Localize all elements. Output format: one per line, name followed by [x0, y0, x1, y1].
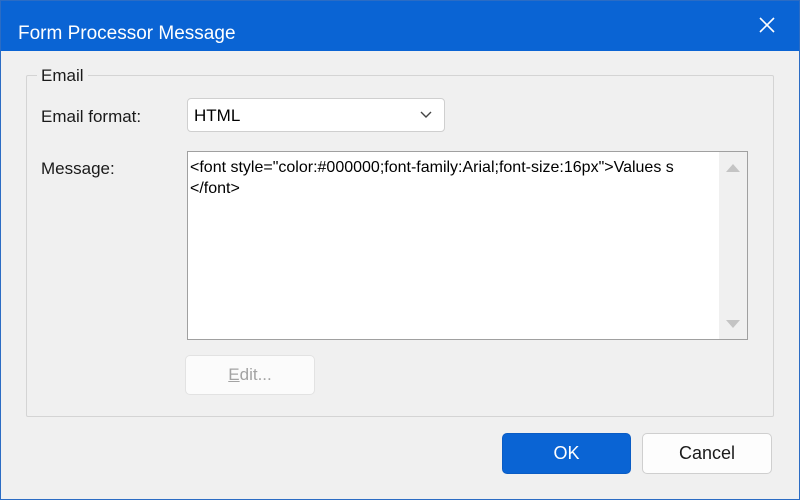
- close-icon: [759, 17, 775, 33]
- email-format-value: HTML: [194, 106, 241, 125]
- edit-access-key: E: [228, 365, 240, 384]
- message-line-1: <font style="color:#000000;font-family:A…: [190, 159, 674, 176]
- email-group-legend: Email: [37, 66, 88, 86]
- dialog-window: Form Processor Message Email Email forma…: [0, 0, 800, 500]
- cancel-button[interactable]: Cancel: [642, 433, 772, 474]
- edit-button[interactable]: Edit...: [185, 355, 315, 395]
- scroll-down-arrow-icon[interactable]: [726, 320, 740, 329]
- window-title: Form Processor Message: [18, 23, 236, 44]
- title-bar: Form Processor Message: [1, 1, 799, 51]
- message-textarea[interactable]: <font style="color:#000000;font-family:A…: [187, 151, 748, 340]
- edit-label-rest: dit...: [239, 365, 272, 384]
- message-label: Message:: [41, 159, 115, 178]
- scroll-up-arrow-icon[interactable]: [726, 163, 740, 172]
- message-line-2: </font>: [190, 180, 240, 197]
- message-text: <font style="color:#000000;font-family:A…: [190, 157, 720, 199]
- ok-button[interactable]: OK: [502, 433, 631, 474]
- email-format-select[interactable]: HTML: [187, 98, 445, 132]
- close-button[interactable]: [749, 11, 785, 39]
- email-format-label: Email format:: [41, 107, 142, 126]
- message-scrollbar[interactable]: [719, 152, 747, 339]
- chevron-down-icon: [420, 111, 432, 118]
